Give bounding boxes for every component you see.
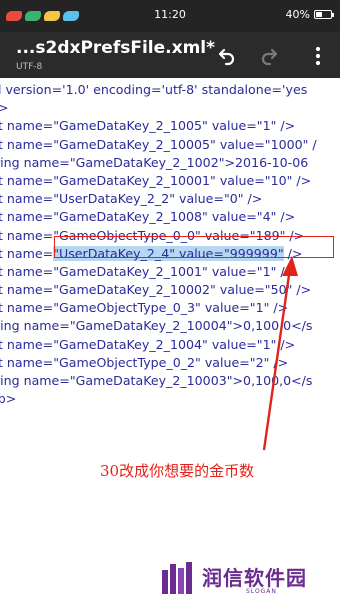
redo-button[interactable] — [258, 44, 282, 68]
code-text: nt name= — [0, 245, 54, 261]
code-line[interactable]: nt name="GameDataKey_2_10001" value="10"… — [0, 172, 340, 190]
code-line-text: tring name="GameDataKey_2_1002">2016-10-… — [0, 155, 308, 170]
undo-button[interactable] — [214, 44, 238, 68]
code-text: nt name="GameDataKey_2_1001" value="1" /… — [0, 263, 296, 279]
code-text: nt name="GameDataKey_2_10001" value="10"… — [0, 172, 312, 188]
code-line[interactable]: nt name="GameDataKey_2_1001" value="1" /… — [0, 263, 340, 281]
code-line[interactable]: nt name="GameDataKey_2_1008" value="4" /… — [0, 208, 340, 226]
code-line-text: nt name="GameDataKey_2_10001" value="10"… — [0, 173, 311, 188]
watermark: 润信软件园 SLOGAN — [160, 560, 330, 600]
code-text: nt name="GameDataKey_2_10005" value="100… — [0, 136, 317, 152]
code-line-text: nt name="GameDataKey_2_10002" value="50"… — [0, 282, 311, 297]
code-line[interactable]: nt name="UserDataKey_2_4" value="999999"… — [0, 245, 340, 263]
code-text: ap> — [0, 391, 17, 407]
code-text: p> — [0, 100, 9, 116]
code-text: nt name="GameDataKey_2_1004" value="1" /… — [0, 336, 296, 352]
code-line[interactable]: tring name="GameDataKey_2_10004">0,100,0… — [0, 317, 340, 335]
code-line-text: nt name="GameDataKey_2_10005" value="100… — [0, 137, 317, 152]
code-text: nt name="GameDataKey_2_1005" value="1" /… — [0, 118, 296, 134]
selected-text[interactable]: "UserDataKey_2_4" value="999999" — [53, 245, 284, 261]
code-line-text: nl version='1.0' encoding='utf-8' standa… — [0, 82, 307, 97]
code-line-text: nt name="UserDataKey_2_2" value="0" /> — [0, 191, 262, 206]
code-text: tring name="GameDataKey_2_1002">2016-10-… — [0, 154, 309, 170]
code-line[interactable]: nl version='1.0' encoding='utf-8' standa… — [0, 81, 340, 99]
code-line-text: nt name="GameDataKey_2_1001" value="1" /… — [0, 264, 295, 279]
code-text: nt name="GameObjectType_0_0" value="189"… — [0, 227, 305, 243]
code-text: nt name="UserDataKey_2_2" value="0" /> — [0, 191, 263, 207]
status-bar: 11:20 40% — [0, 0, 340, 32]
undo-icon — [218, 48, 235, 66]
code-line-text: tring name="GameDataKey_2_10003">0,100,0… — [0, 373, 313, 388]
code-line[interactable]: nt name="GameDataKey_2_1005" value="1" /… — [0, 117, 340, 135]
code-text: /> — [283, 245, 303, 261]
code-text: nl version='1.0' encoding='utf-8' standa… — [0, 82, 308, 97]
code-line-text: p> — [0, 100, 9, 115]
redo-icon — [261, 48, 278, 66]
battery-indicator: 40% — [285, 8, 334, 21]
watermark-text: 润信软件园 — [202, 566, 307, 590]
code-line[interactable]: nt name="GameObjectType_0_0" value="189"… — [0, 227, 340, 245]
code-line[interactable]: p> — [0, 99, 340, 117]
code-line-text: nt name="GameObjectType_0_3" value="1" /… — [0, 300, 288, 315]
code-text: nt name="GameDataKey_2_10002" value="50"… — [0, 282, 312, 298]
file-title: ...s2dxPrefsFile.xml* — [16, 38, 215, 58]
more-vert-icon — [315, 46, 321, 66]
code-line[interactable]: ap> — [0, 390, 340, 408]
battery-icon — [314, 10, 334, 19]
watermark-slogan: SLOGAN — [246, 588, 277, 595]
code-text: nt name="GameDataKey_2_1008" value="4" /… — [0, 209, 296, 225]
code-line-text: nt name="GameDataKey_2_1005" value="1" /… — [0, 118, 295, 133]
code-line-text: ap> — [0, 391, 16, 406]
code-line-text: nt name="GameObjectType_0_2" value="2" /… — [0, 355, 288, 370]
code-lines: nl version='1.0' encoding='utf-8' standa… — [0, 81, 340, 408]
app-bar: ...s2dxPrefsFile.xml* UTF-8 — [0, 32, 340, 78]
code-editor[interactable]: nl version='1.0' encoding='utf-8' standa… — [0, 78, 340, 603]
code-line-text: nt name="UserDataKey_2_4" value="999999"… — [0, 245, 303, 261]
watermark-logo-icon — [162, 562, 192, 594]
code-line-text: nt name="GameDataKey_2_1008" value="4" /… — [0, 209, 295, 224]
annotation-text: 30改成你想要的金币数 — [100, 462, 255, 480]
code-line[interactable]: nt name="UserDataKey_2_2" value="0" /> — [0, 190, 340, 208]
code-line[interactable]: nt name="GameDataKey_2_10002" value="50"… — [0, 281, 340, 299]
overflow-menu-button[interactable] — [306, 44, 330, 68]
code-text: tring name="GameDataKey_2_10004">0,100,0… — [0, 318, 313, 334]
battery-percent: 40% — [285, 8, 310, 21]
code-line[interactable]: nt name="GameDataKey_2_10005" value="100… — [0, 136, 340, 154]
code-line[interactable]: nt name="GameDataKey_2_1004" value="1" /… — [0, 336, 340, 354]
code-text: nt name="GameObjectType_0_2" value="2" /… — [0, 354, 289, 370]
code-line[interactable]: tring name="GameDataKey_2_10003">0,100,0… — [0, 372, 340, 390]
code-text: nt name="GameObjectType_0_3" value="1" /… — [0, 300, 289, 316]
code-line[interactable]: nt name="GameObjectType_0_2" value="2" /… — [0, 354, 340, 372]
code-line[interactable]: nt name="GameObjectType_0_3" value="1" /… — [0, 299, 340, 317]
code-line-text: nt name="GameObjectType_0_0" value="189"… — [0, 228, 304, 243]
code-line-text: nt name="GameDataKey_2_1004" value="1" /… — [0, 337, 295, 352]
code-text: tring name="GameDataKey_2_10003">0,100,0… — [0, 373, 313, 388]
code-line-text: tring name="GameDataKey_2_10004">0,100,0… — [0, 318, 313, 333]
code-line[interactable]: tring name="GameDataKey_2_1002">2016-10-… — [0, 154, 340, 172]
encoding-label: UTF-8 — [16, 62, 43, 72]
